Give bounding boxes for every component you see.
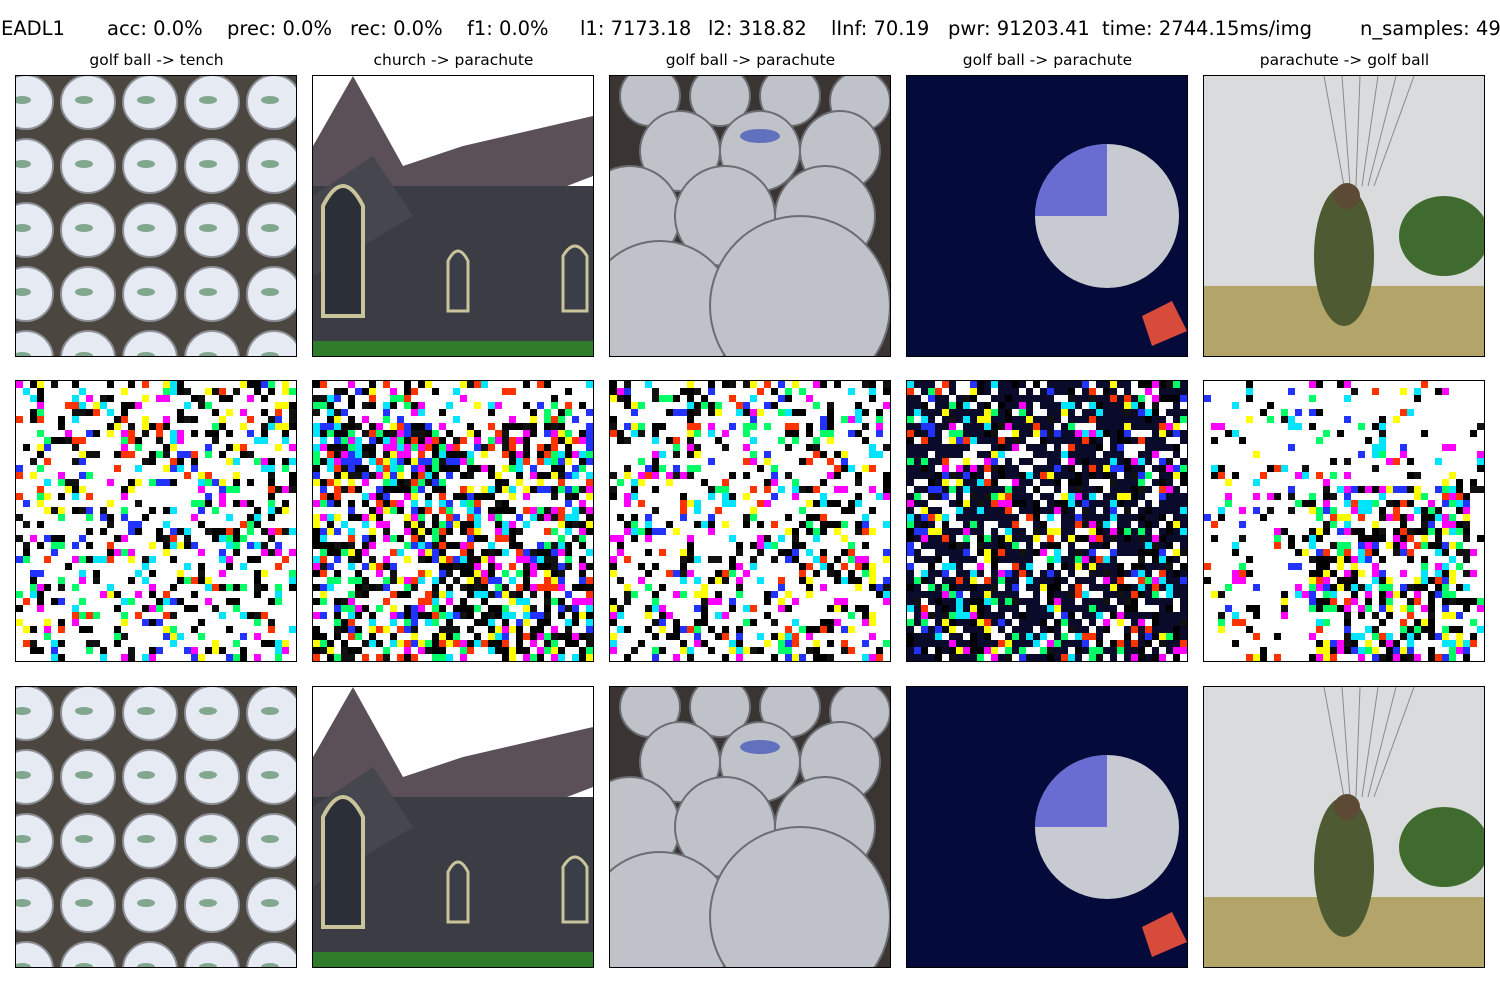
metrics-header: EADL1 acc: 0.0% prec: 0.0% rec: 0.0% f1:… bbox=[0, 12, 1500, 46]
original-image-golf-balls-tray bbox=[15, 75, 297, 357]
pwr-metric: pwr: 91203.41 bbox=[948, 17, 1090, 40]
column-title: church -> parachute bbox=[373, 51, 534, 69]
original-image-golf-ball-dark bbox=[906, 75, 1188, 357]
method-label: EADL1 bbox=[1, 17, 65, 40]
time-metric: time: 2744.15ms/img bbox=[1102, 17, 1312, 40]
original-image-golf-balls-closeup bbox=[609, 75, 891, 357]
linf-metric: lInf: 70.19 bbox=[831, 17, 930, 40]
column-title: parachute -> golf ball bbox=[1259, 51, 1430, 69]
adversarial-image-golf-balls-tray bbox=[15, 686, 297, 968]
adversarial-image-golf-ball-dark bbox=[906, 686, 1188, 968]
rec-metric: rec: 0.0% bbox=[350, 17, 443, 40]
perturbation-image-golf-ball-dark bbox=[906, 380, 1188, 662]
column-title: golf ball -> tench bbox=[89, 51, 224, 69]
perturbation-image-golf-balls-tray bbox=[15, 380, 297, 662]
n-samples-metric: n_samples: 49 bbox=[1360, 17, 1500, 40]
perturbation-image-parachutist bbox=[1203, 380, 1485, 662]
l1-metric: l1: 7173.18 bbox=[580, 17, 692, 40]
f1-metric: f1: 0.0% bbox=[467, 17, 549, 40]
adversarial-image-parachutist bbox=[1203, 686, 1485, 968]
l2-metric: l2: 318.82 bbox=[708, 17, 807, 40]
perturbation-image-golf-balls-closeup bbox=[609, 380, 891, 662]
column-title: golf ball -> parachute bbox=[665, 51, 836, 69]
column-title: golf ball -> parachute bbox=[962, 51, 1133, 69]
original-image-church bbox=[312, 75, 594, 357]
original-image-parachutist bbox=[1203, 75, 1485, 357]
adversarial-image-golf-balls-closeup bbox=[609, 686, 891, 968]
acc-metric: acc: 0.0% bbox=[107, 17, 203, 40]
perturbation-image-church bbox=[312, 380, 594, 662]
adversarial-image-church bbox=[312, 686, 594, 968]
prec-metric: prec: 0.0% bbox=[227, 17, 332, 40]
